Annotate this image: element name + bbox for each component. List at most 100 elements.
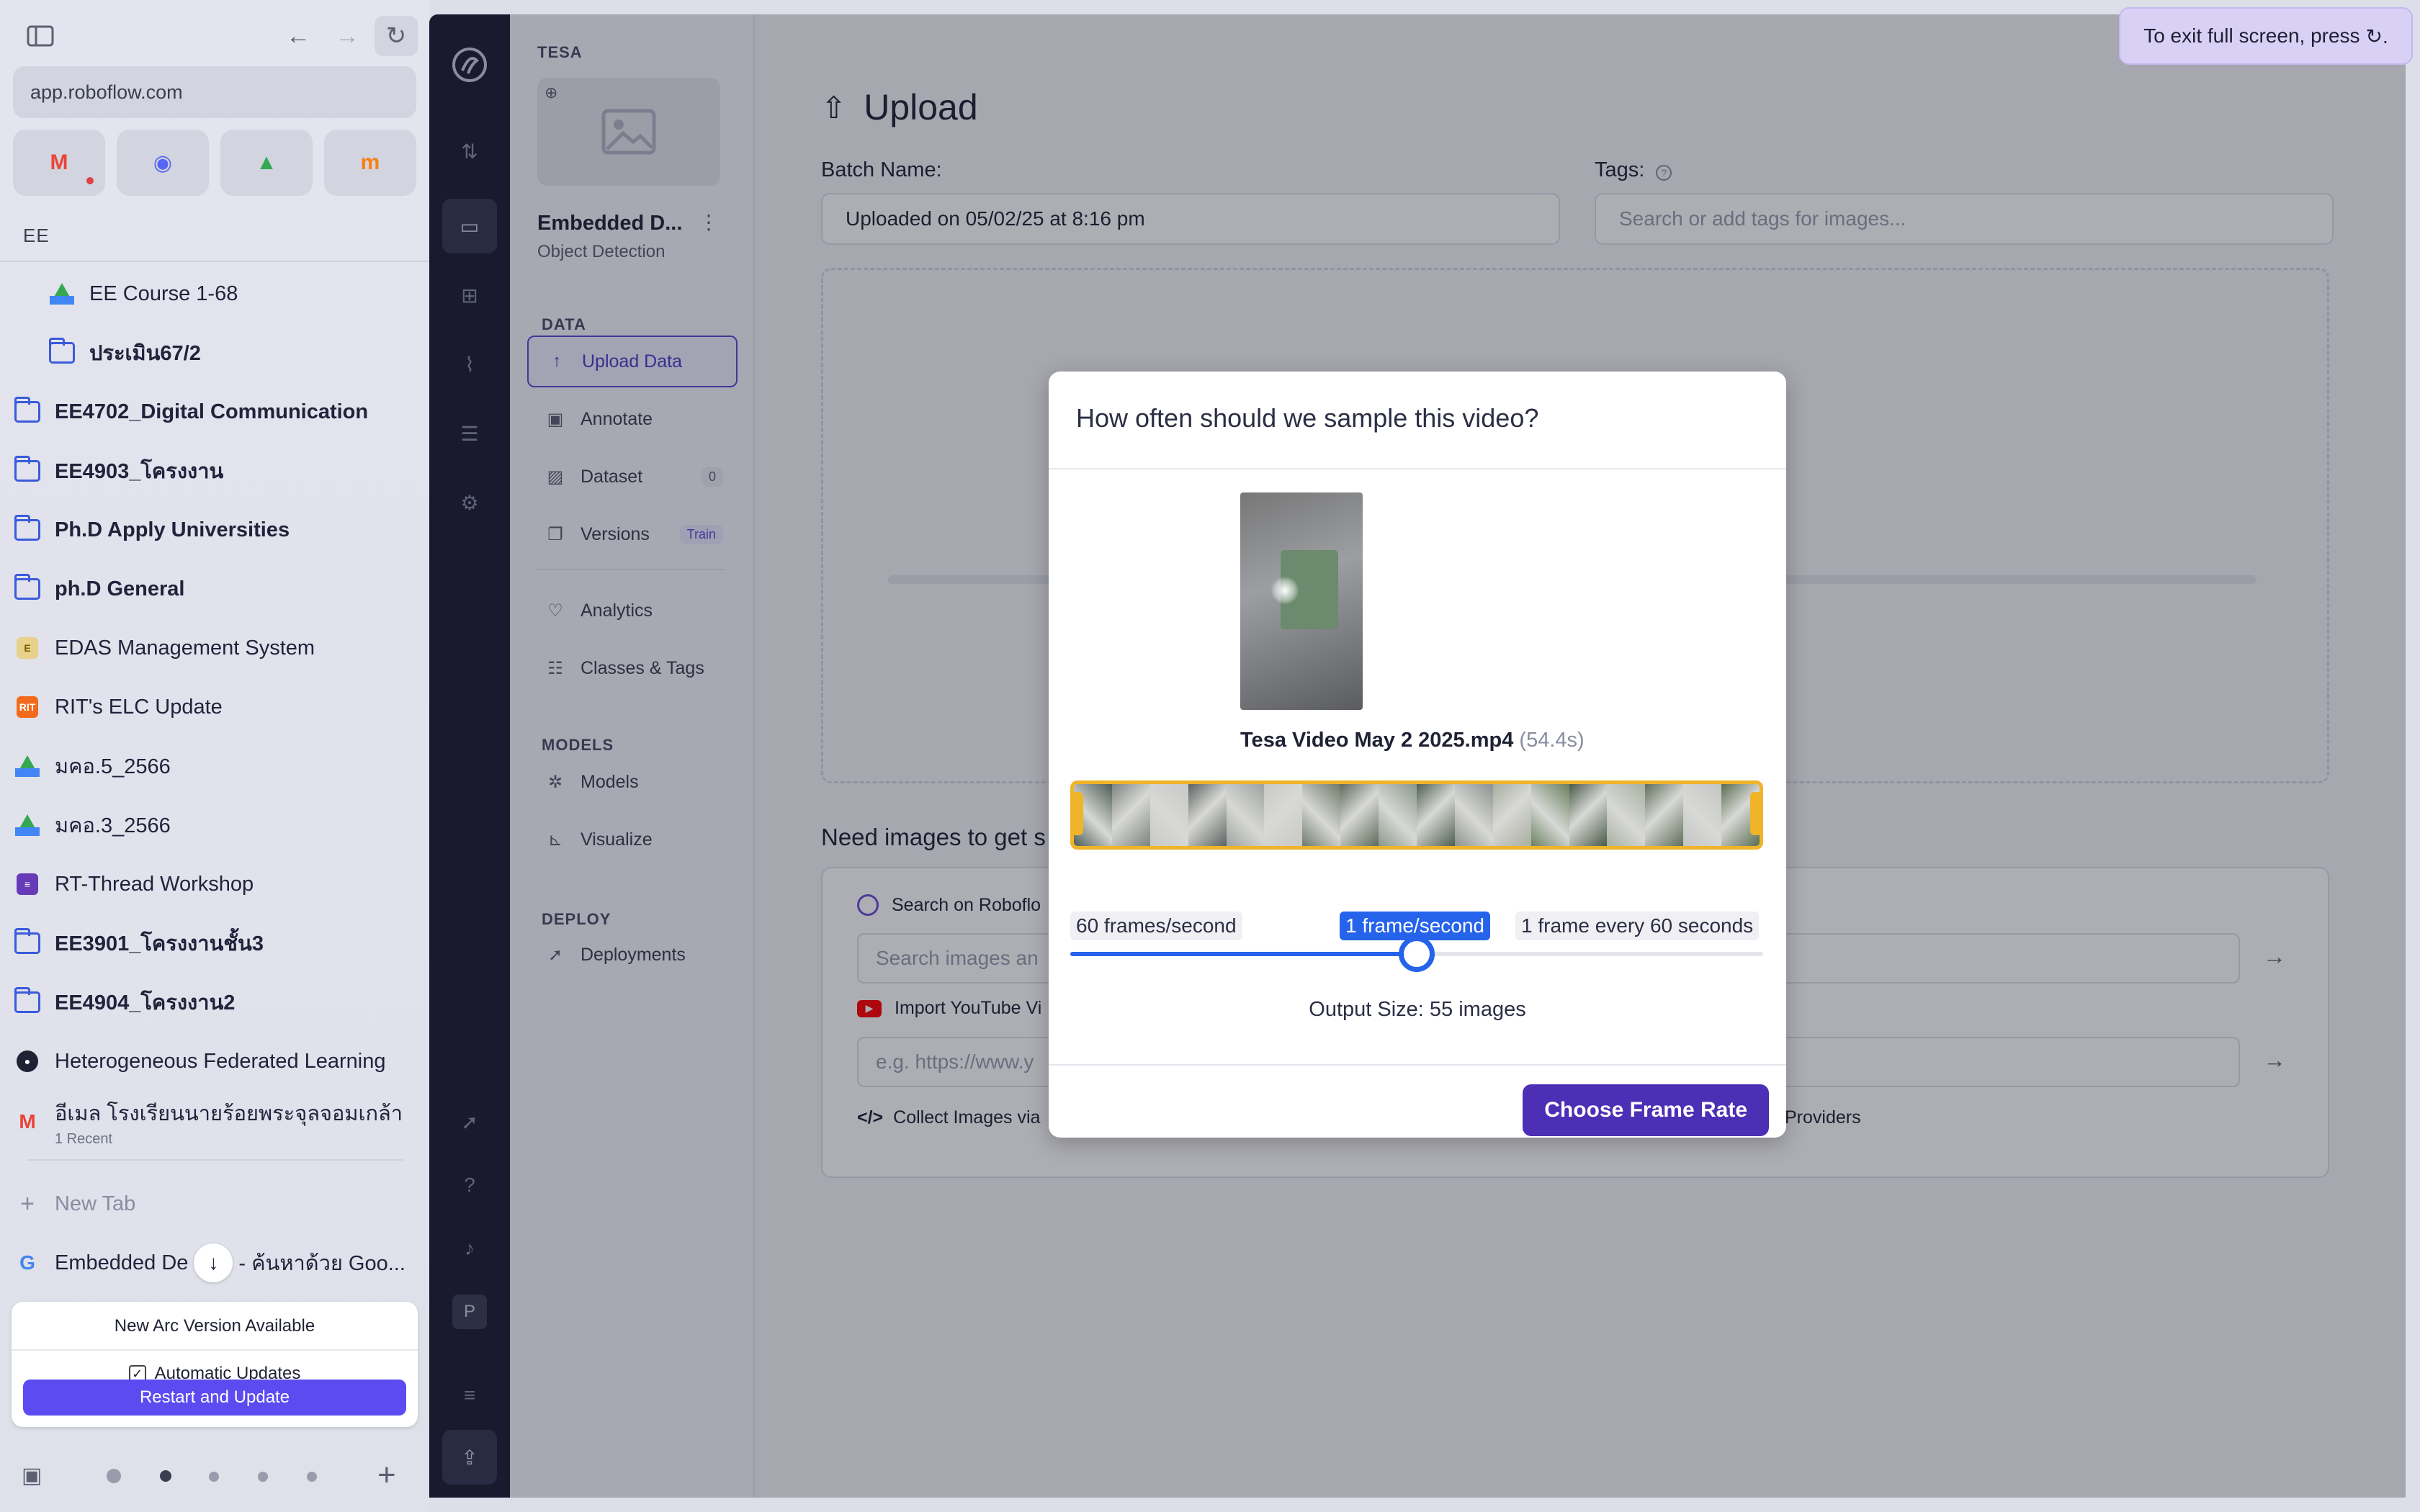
item-icon xyxy=(13,515,42,544)
video-preview xyxy=(1240,492,1363,710)
new-tab-button[interactable]: + New Tab xyxy=(13,1178,416,1230)
forward-arrow-icon[interactable]: → xyxy=(326,16,369,56)
sidebar-item[interactable]: ● Heterogeneous Federated Learning xyxy=(13,1035,416,1087)
url-bar[interactable]: app.roboflow.com xyxy=(13,66,416,118)
video-frame-thumbnail xyxy=(1492,784,1531,846)
video-frame-thumbnail xyxy=(1111,784,1150,846)
google-drive-icon xyxy=(15,755,40,777)
moodle-icon: m xyxy=(360,150,380,174)
item-icon: M xyxy=(13,1107,42,1136)
sidebar-item[interactable]: ≡ RT-Thread Workshop xyxy=(13,858,416,910)
sidebar-item[interactable]: มคอ.5_2566 xyxy=(13,740,416,792)
google-drive-icon xyxy=(15,814,40,836)
strip-end-handle[interactable] xyxy=(1750,792,1763,835)
back-arrow-icon[interactable]: ← xyxy=(277,16,320,56)
open-tab-label-rest: - ค้นหาด้วย Goo... xyxy=(238,1252,405,1275)
rate-max-label: 1 frame every 60 seconds xyxy=(1515,912,1760,940)
divider xyxy=(27,1159,403,1161)
item-icon xyxy=(13,574,42,603)
divider xyxy=(12,1349,418,1351)
discord-icon: ◉ xyxy=(153,150,173,175)
sidebar-item[interactable]: M อีเมล โรงเรียนนายร้อยพระจุลจอมเกล้า 1 Re… xyxy=(13,1094,416,1149)
library-icon[interactable]: ▣ xyxy=(22,1463,42,1488)
folder-icon xyxy=(14,928,40,954)
strip-start-handle[interactable] xyxy=(1070,792,1083,835)
edas-icon: E xyxy=(17,637,38,659)
folder-icon xyxy=(14,515,40,541)
sidebar-item[interactable]: มคอ.3_2566 xyxy=(13,799,416,851)
space-dot-icon[interactable] xyxy=(160,1470,171,1482)
video-frame-thumbnail xyxy=(1188,784,1227,846)
reload-icon[interactable]: ↻ xyxy=(375,16,418,56)
item-icon xyxy=(13,752,42,780)
sidebar-item[interactable]: ph.D General xyxy=(13,563,416,615)
choose-frame-rate-button[interactable]: Choose Frame Rate xyxy=(1523,1084,1769,1136)
sidebar-toggle-icon[interactable] xyxy=(19,16,62,56)
video-frame-thumbnail xyxy=(1607,784,1646,846)
folder-icon xyxy=(14,987,40,1013)
url-text: app.roboflow.com xyxy=(30,81,183,103)
sidebar-item-label: EE3901_โครงงานชั้น3 xyxy=(55,932,264,955)
restart-and-update-button[interactable]: Restart and Update xyxy=(23,1380,406,1416)
sidebar-item-label: EE4903_โครงงาน xyxy=(55,460,224,483)
sidebar-item[interactable]: EE4904_โครงงาน2 xyxy=(13,976,416,1028)
sidebar-item[interactable]: E EDAS Management System xyxy=(13,622,416,674)
sidebar-item[interactable]: RIT RIT's ELC Update xyxy=(13,681,416,733)
escape-key-icon: ↻. xyxy=(2365,24,2388,48)
sidebar-item[interactable]: Ph.D Apply Universities xyxy=(13,504,416,556)
space-dot-icon[interactable] xyxy=(258,1472,268,1482)
video-info: Tesa Video May 2 2025.mp4 (54.4s) xyxy=(1240,729,1585,752)
space-dot-icon[interactable] xyxy=(209,1472,219,1482)
download-icon[interactable]: ↓ xyxy=(194,1243,233,1282)
video-frame-strip[interactable] xyxy=(1070,780,1763,850)
fullscreen-toast: To exit full screen, press ↻. xyxy=(2119,7,2413,65)
space-dot-icon[interactable] xyxy=(107,1469,121,1483)
sidebar-item[interactable]: EE4702_Digital Communication xyxy=(13,386,416,438)
open-tab-google-search[interactable]: G Embedded De ↓ - ค้นหาด้วย Goo... xyxy=(13,1237,416,1289)
sidebar-item-label: EE4702_Digital Communication xyxy=(55,400,369,423)
video-frame-thumbnail xyxy=(1417,784,1455,846)
sidebar-item-label: RT-Thread Workshop xyxy=(55,872,254,896)
slider-fill xyxy=(1070,952,1417,956)
item-icon xyxy=(13,456,42,485)
sidebar-item[interactable]: EE Course 1-68 xyxy=(13,268,416,320)
item-icon: E xyxy=(13,634,42,662)
plus-icon: + xyxy=(20,1189,35,1218)
space-dot-icon[interactable] xyxy=(307,1472,317,1482)
favorite-discord[interactable]: ◉ xyxy=(117,130,209,196)
sidebar-item[interactable]: EE4903_โครงงาน xyxy=(13,445,416,497)
divider xyxy=(0,261,429,262)
sidebar-item[interactable]: EE3901_โครงงานชั้น3 xyxy=(13,917,416,969)
favorite-google-drive[interactable]: ▲ xyxy=(220,130,313,196)
sidebar-item-label: ประเมิน67/2 xyxy=(89,342,201,365)
folder-icon xyxy=(14,456,40,482)
add-space-icon[interactable]: + xyxy=(377,1457,396,1493)
sidebar-item[interactable]: ประเมิน67/2 xyxy=(13,327,416,379)
browser-sidebar: ← → ↻ app.roboflow.com M ◉ ▲ m EE EE Cou… xyxy=(0,0,429,1512)
divider xyxy=(1049,468,1786,469)
video-frame-thumbnail xyxy=(1379,784,1417,846)
folder-icon xyxy=(49,338,75,364)
video-frame-thumbnail xyxy=(1683,784,1722,846)
update-title: New Arc Version Available xyxy=(114,1316,315,1336)
open-tab-label: Embedded De xyxy=(55,1251,189,1274)
sidebar-item-label: มคอ.3_2566 xyxy=(55,814,171,837)
fullscreen-toast-text: To exit full screen, press xyxy=(2143,24,2360,47)
sidebar-item-label: EDAS Management System xyxy=(55,636,315,660)
item-icon xyxy=(13,811,42,840)
gmail-icon: M xyxy=(19,1110,36,1133)
slider-thumb[interactable] xyxy=(1399,936,1435,972)
unread-dot xyxy=(86,177,94,184)
favorite-gmail[interactable]: M xyxy=(13,130,105,196)
item-icon xyxy=(13,928,42,958)
item-icon: RIT xyxy=(13,693,42,721)
github-icon: ● xyxy=(17,1050,38,1072)
video-duration: (54.4s) xyxy=(1519,729,1585,752)
modal-title: How often should we sample this video? xyxy=(1076,403,1539,433)
favorite-moodle[interactable]: m xyxy=(324,130,416,196)
sidebar-item-label: EE4904_โครงงาน2 xyxy=(55,991,236,1014)
form-icon: ≡ xyxy=(17,873,38,895)
video-frame-thumbnail xyxy=(1569,784,1608,846)
update-card: New Arc Version Available ✓ Automatic Up… xyxy=(12,1302,418,1427)
video-frame-thumbnail xyxy=(1645,784,1684,846)
